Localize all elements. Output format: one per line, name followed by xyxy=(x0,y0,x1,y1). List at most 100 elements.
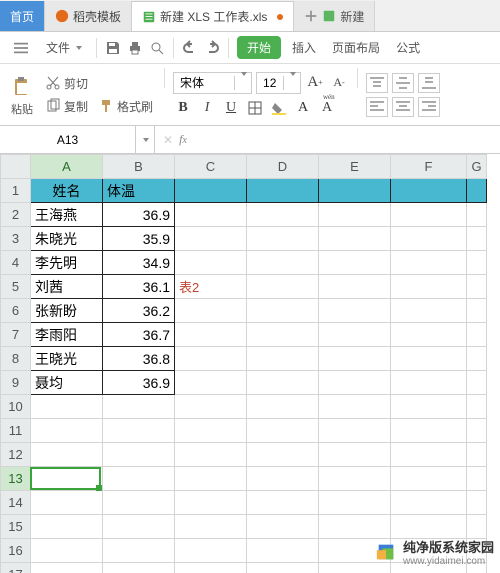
row-header[interactable]: 7 xyxy=(1,323,31,347)
row-header[interactable]: 10 xyxy=(1,395,31,419)
row-header[interactable]: 11 xyxy=(1,419,31,443)
select-all-corner[interactable] xyxy=(1,155,31,179)
copy-icon xyxy=(45,98,61,114)
table-row[interactable]: 5刘茜36.1表2 xyxy=(1,275,487,299)
brush-icon xyxy=(98,98,114,114)
row-header[interactable]: 5 xyxy=(1,275,31,299)
spreadsheet-icon xyxy=(142,10,156,24)
name-box-input[interactable] xyxy=(0,126,135,153)
cancel-icon[interactable]: ✕ xyxy=(163,133,173,147)
table-row[interactable]: 3朱晓光35.9 xyxy=(1,227,487,251)
spreadsheet-grid[interactable]: A B C D E F G 1姓名体温2王海燕36.93朱晓光35.94李先明3… xyxy=(0,154,487,573)
fill-color-button[interactable] xyxy=(269,98,289,118)
col-header-c[interactable]: C xyxy=(175,155,247,179)
unsaved-indicator-icon xyxy=(277,14,283,20)
ribbon: 粘贴 剪切 复制 格式刷 宋体 12 A+ A- B I U A Awén xyxy=(0,64,500,126)
tab-new[interactable]: 新建 xyxy=(294,1,375,31)
row-header[interactable]: 16 xyxy=(1,539,31,563)
paste-icon xyxy=(11,76,33,98)
name-box-dropdown[interactable] xyxy=(135,126,154,153)
col-header-d[interactable]: D xyxy=(247,155,319,179)
tab-home[interactable]: 首页 xyxy=(0,1,45,31)
start-tab[interactable]: 开始 xyxy=(237,36,281,59)
print-preview-icon[interactable] xyxy=(149,40,165,56)
print-icon[interactable] xyxy=(127,40,143,56)
table-row[interactable]: 7李雨阳36.7 xyxy=(1,323,487,347)
row-header[interactable]: 15 xyxy=(1,515,31,539)
template-icon xyxy=(55,9,69,23)
table-row[interactable]: 15 xyxy=(1,515,487,539)
table-row[interactable]: 10 xyxy=(1,395,487,419)
brand-name: 纯净版系统家园 xyxy=(403,537,494,556)
row-header[interactable]: 12 xyxy=(1,443,31,467)
row-header[interactable]: 6 xyxy=(1,299,31,323)
row-header[interactable]: 8 xyxy=(1,347,31,371)
row-header[interactable]: 14 xyxy=(1,491,31,515)
cut-button[interactable]: 剪切 xyxy=(42,74,156,93)
align-right-button[interactable] xyxy=(418,97,440,117)
row-header[interactable]: 3 xyxy=(1,227,31,251)
table-row[interactable]: 9聂均36.9 xyxy=(1,371,487,395)
font-size-select[interactable]: 12 xyxy=(256,72,301,94)
tab-current-file[interactable]: 新建 XLS 工作表.xls xyxy=(132,1,294,31)
font-color-button[interactable]: A xyxy=(293,98,313,118)
undo-icon[interactable] xyxy=(182,40,198,56)
copy-button[interactable]: 复制 xyxy=(42,97,91,116)
col-header-g[interactable]: G xyxy=(467,155,487,179)
border-button[interactable] xyxy=(245,98,265,118)
row-header[interactable]: 9 xyxy=(1,371,31,395)
formula-bar: ✕ fx xyxy=(0,126,500,154)
italic-button[interactable]: I xyxy=(197,98,217,118)
decrease-font-button[interactable]: A- xyxy=(329,73,349,93)
col-header-a[interactable]: A xyxy=(31,155,103,179)
table-row[interactable]: 12 xyxy=(1,443,487,467)
brand-logo-icon xyxy=(375,541,397,563)
align-center-button[interactable] xyxy=(392,97,414,117)
save-icon[interactable] xyxy=(105,40,121,56)
table-row[interactable]: 14 xyxy=(1,491,487,515)
row-header[interactable]: 1 xyxy=(1,179,31,203)
worksheet-area: A B C D E F G 1姓名体温2王海燕36.93朱晓光35.94李先明3… xyxy=(0,154,500,573)
col-header-e[interactable]: E xyxy=(319,155,391,179)
scissors-icon xyxy=(45,75,61,91)
table-row[interactable]: 4李先明34.9 xyxy=(1,251,487,275)
align-bottom-button[interactable] xyxy=(418,73,440,93)
chevron-down-icon xyxy=(143,138,149,142)
phonetic-button[interactable]: Awén xyxy=(317,98,337,118)
table-row[interactable]: 11 xyxy=(1,419,487,443)
table-row[interactable]: 1姓名体温 xyxy=(1,179,487,203)
formula-input[interactable] xyxy=(195,126,500,153)
chevron-down-icon xyxy=(290,72,296,90)
align-middle-button[interactable] xyxy=(392,73,414,93)
tab-template[interactable]: 稻壳模板 xyxy=(45,1,132,31)
redo-icon[interactable] xyxy=(204,40,220,56)
row-header[interactable]: 4 xyxy=(1,251,31,275)
col-header-f[interactable]: F xyxy=(391,155,467,179)
row-header[interactable]: 13 xyxy=(1,467,31,491)
formula-tab[interactable]: 公式 xyxy=(391,37,425,58)
table-row[interactable]: 6张新盼36.2 xyxy=(1,299,487,323)
row-header[interactable]: 17 xyxy=(1,563,31,573)
app-menu-icon[interactable] xyxy=(8,39,34,57)
layout-tab[interactable]: 页面布局 xyxy=(327,37,385,58)
font-family-select[interactable]: 宋体 xyxy=(173,72,252,94)
name-box[interactable] xyxy=(0,126,155,153)
fx-icon[interactable]: fx xyxy=(179,132,187,147)
row-header[interactable]: 2 xyxy=(1,203,31,227)
insert-tab[interactable]: 插入 xyxy=(287,37,321,58)
col-header-b[interactable]: B xyxy=(103,155,175,179)
table-row[interactable]: 13 xyxy=(1,467,487,491)
table-row[interactable]: 8王晓光36.8 xyxy=(1,347,487,371)
align-left-button[interactable] xyxy=(366,97,388,117)
format-painter-button[interactable]: 格式刷 xyxy=(95,97,156,116)
table-row[interactable]: 2王海燕36.9 xyxy=(1,203,487,227)
align-top-button[interactable] xyxy=(366,73,388,93)
paste-button[interactable]: 粘贴 xyxy=(8,68,36,124)
underline-button[interactable]: U xyxy=(221,98,241,118)
increase-font-button[interactable]: A+ xyxy=(305,73,325,93)
bold-button[interactable]: B xyxy=(173,98,193,118)
chevron-down-icon xyxy=(241,72,247,90)
chevron-down-icon xyxy=(76,46,82,50)
spreadsheet-icon xyxy=(322,9,336,23)
file-menu[interactable]: 文件 xyxy=(40,37,88,58)
